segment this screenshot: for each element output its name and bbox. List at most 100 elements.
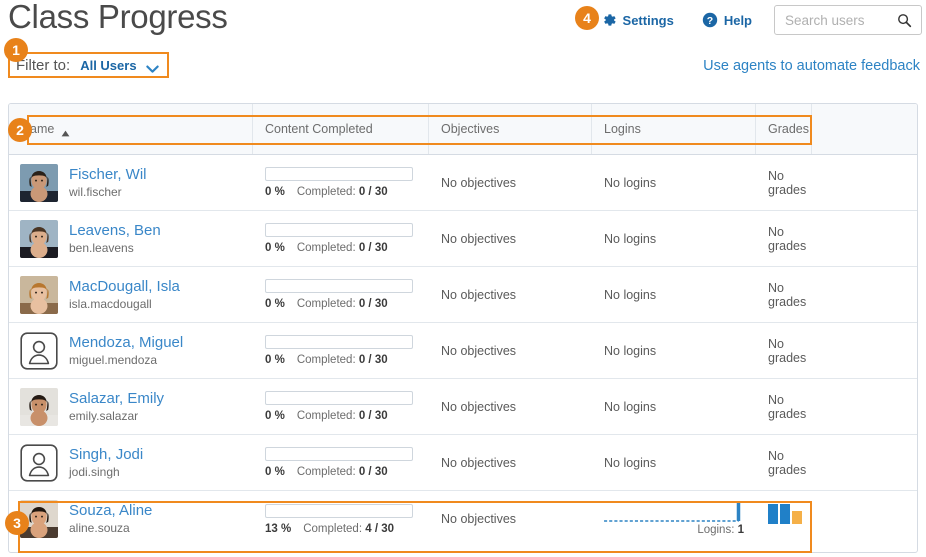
user-name-link[interactable]: Singh, Jodi [69, 447, 143, 463]
cell-objectives: No objectives [441, 231, 517, 246]
cell-logins: No logins [604, 343, 657, 358]
progress-meta: 13 % Completed: 4 / 30 [265, 523, 394, 535]
settings-label: Settings [622, 12, 674, 28]
name-block: MacDougall, Isla isla.macdougall [69, 279, 180, 310]
column-header-content-label: Content Completed [265, 122, 373, 136]
table-row[interactable]: MacDougall, Isla isla.macdougall 0 % Comple… [9, 267, 917, 323]
progress-completed-label: Completed: [296, 186, 356, 198]
class-progress-table: Name Content Completed Objectives Logins… [8, 103, 918, 553]
table-row[interactable]: Leavens, Ben ben.leavens 0 % Completed: 0 /… [9, 211, 917, 267]
cell-name: Leavens, Ben ben.leavens [9, 211, 253, 266]
cell-content-completed: 0 % Completed: 0 / 30 [253, 379, 429, 434]
logins-caption: Logins: 1 [697, 524, 744, 536]
user-username: wil.fischer [69, 184, 122, 199]
chevron-down-icon[interactable] [145, 61, 159, 73]
cell-grades: No grades [768, 392, 807, 421]
cell-content-completed: 0 % Completed: 0 / 30 [253, 435, 429, 490]
name-block: Mendoza, Miguel miguel.mendoza [69, 335, 183, 366]
column-header-logins[interactable]: Logins [592, 104, 756, 154]
cell-logins: No logins [604, 399, 657, 414]
cell-objectives: No objectives [441, 287, 517, 302]
grade-bar [792, 511, 802, 524]
user-username: aline.souza [69, 521, 130, 536]
progress-completed-value: 4 / 30 [365, 522, 395, 535]
cell-name: MacDougall, Isla isla.macdougall [9, 267, 253, 322]
callout-badge-2: 2 [8, 118, 32, 142]
progress-meta: 0 % Completed: 0 / 30 [265, 354, 388, 366]
table-row[interactable]: Salazar, Emily emily.salazar 0 % Completed:… [9, 379, 917, 435]
cell-spacer [812, 435, 917, 490]
cell-name: Souza, Aline aline.souza [9, 491, 253, 547]
user-name-link[interactable]: MacDougall, Isla [69, 279, 180, 295]
help-button[interactable]: ? Help [688, 12, 766, 28]
cell-spacer [812, 323, 917, 378]
progress-completed-label: Completed: [296, 466, 356, 478]
user-username: isla.macdougall [69, 296, 152, 311]
cell-content-completed: 0 % Completed: 0 / 30 [253, 323, 429, 378]
progress-completed-value: 0 / 30 [358, 298, 388, 310]
cell-grades: No grades [768, 336, 807, 365]
progress-bar [265, 223, 413, 237]
cell-objectives: No objectives [441, 175, 517, 190]
cell-spacer [812, 267, 917, 322]
column-header-objectives[interactable]: Objectives [429, 104, 592, 154]
grades-bar-chart [768, 502, 802, 524]
progress-bar [265, 391, 413, 405]
progress-percent: 0 % [265, 354, 285, 366]
cell-grades: No grades [768, 448, 807, 477]
progress-bar [265, 167, 413, 181]
progress-completed-label: Completed: [303, 522, 363, 535]
help-label: Help [723, 12, 752, 28]
filter-control[interactable]: Filter to: All Users [8, 52, 169, 78]
progress-completed: Completed: 0 / 30 [297, 466, 388, 478]
cell-content-completed: 0 % Completed: 0 / 30 [253, 211, 429, 266]
callout-badge-3: 3 [5, 511, 29, 535]
search-input[interactable] [775, 12, 883, 28]
sort-ascending-icon[interactable] [61, 126, 70, 136]
user-name-link[interactable]: Souza, Aline [69, 503, 152, 519]
filter-value[interactable]: All Users [80, 58, 136, 73]
avatar [20, 275, 58, 314]
use-agents-link[interactable]: Use agents to automate feedback [703, 58, 920, 74]
user-name-link[interactable]: Fischer, Wil [69, 167, 147, 183]
user-username: jodi.singh [69, 464, 120, 479]
table-row[interactable]: Mendoza, Miguel miguel.mendoza 0 % Complete… [9, 323, 917, 379]
table-row[interactable]: Souza, Aline aline.souza 13 % Completed: 4 … [9, 491, 917, 547]
table-row[interactable]: Fischer, Wil wil.fischer 0 % Completed: 0 /… [9, 155, 917, 211]
cell-grades [756, 491, 812, 547]
cell-content-completed: 0 % Completed: 0 / 30 [253, 267, 429, 322]
cell-spacer [812, 379, 917, 434]
progress-bar [265, 447, 413, 461]
user-name-link[interactable]: Salazar, Emily [69, 391, 164, 407]
cell-grades: No grades [768, 168, 807, 197]
progress-meta: 0 % Completed: 0 / 30 [265, 298, 388, 310]
cell-objectives: No objectives [441, 512, 517, 526]
progress-completed: Completed: 0 / 30 [297, 298, 388, 310]
progress-completed-value: 0 / 30 [358, 242, 388, 254]
grade-bar [768, 504, 778, 524]
progress-bar [265, 279, 413, 293]
cell-name: Salazar, Emily emily.salazar [9, 379, 253, 434]
user-name-link[interactable]: Mendoza, Miguel [69, 335, 183, 351]
progress-completed-value: 0 / 30 [358, 410, 388, 422]
progress-completed-label: Completed: [296, 242, 356, 254]
user-username: emily.salazar [69, 408, 139, 423]
cell-logins: No logins [604, 287, 657, 302]
progress-percent: 0 % [265, 466, 285, 478]
table-row[interactable]: Singh, Jodi jodi.singh 0 % Completed: 0 / 3… [9, 435, 917, 491]
svg-text:?: ? [707, 15, 713, 27]
column-header-name[interactable]: Name [9, 104, 253, 154]
progress-completed-label: Completed: [296, 298, 356, 310]
user-name-link[interactable]: Leavens, Ben [69, 223, 161, 239]
search-icon[interactable] [897, 13, 912, 28]
avatar [20, 387, 58, 426]
column-header-content-completed[interactable]: Content Completed [253, 104, 429, 154]
settings-button[interactable]: Settings [587, 12, 688, 28]
cell-spacer [812, 491, 917, 547]
avatar [20, 331, 58, 370]
progress-percent: 0 % [265, 410, 285, 422]
search-box[interactable] [774, 5, 922, 35]
column-header-grades[interactable]: Grades [756, 104, 812, 154]
cell-name: Singh, Jodi jodi.singh [9, 435, 253, 490]
progress-completed-value: 0 / 30 [358, 354, 388, 366]
